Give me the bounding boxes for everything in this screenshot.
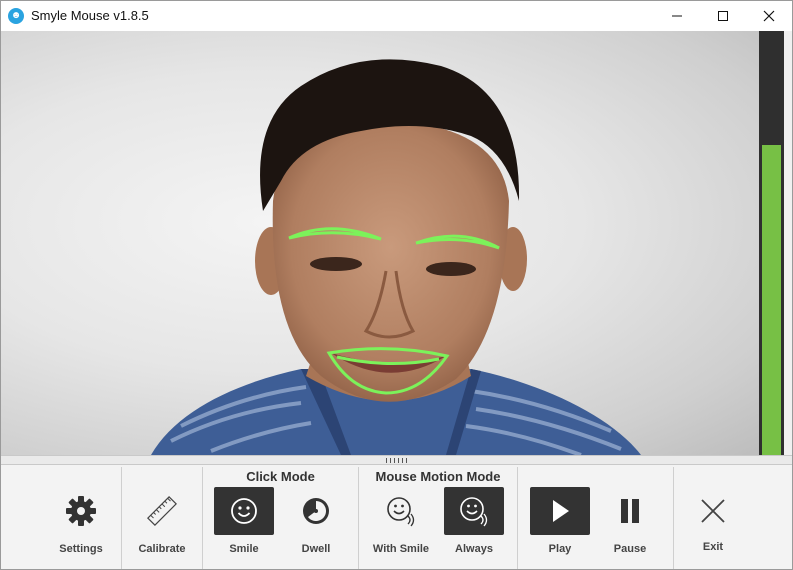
mouse-motion-mode-title: Mouse Motion Mode xyxy=(375,469,501,484)
face-shape xyxy=(272,121,509,402)
smiley-face-icon xyxy=(214,487,274,535)
pause-label: Pause xyxy=(613,543,647,555)
close-button[interactable] xyxy=(746,1,792,31)
smile-label: Smile xyxy=(229,543,259,555)
calibrate-label: Calibrate xyxy=(138,543,186,555)
with-smile-label: With Smile xyxy=(372,543,430,555)
smiley-motion-icon xyxy=(371,487,431,535)
app-logo-icon: ☻ xyxy=(8,8,24,24)
play-icon xyxy=(530,487,590,535)
panel-splitter[interactable] xyxy=(1,455,792,465)
click-mode-title: Click Mode xyxy=(246,469,315,484)
calibrate-button[interactable]: Calibrate xyxy=(131,487,193,567)
gear-icon xyxy=(51,487,111,535)
dwell-timer-icon xyxy=(286,487,346,535)
camera-feed xyxy=(1,31,759,455)
close-x-icon xyxy=(683,487,743,535)
ruler-icon xyxy=(132,487,192,535)
smile-level-fill xyxy=(762,145,781,455)
settings-button[interactable]: Settings xyxy=(50,487,112,567)
pause-icon xyxy=(600,487,660,535)
always-label: Always xyxy=(455,543,493,555)
play-button[interactable]: Play xyxy=(529,487,591,567)
click-mode-dwell-button[interactable]: Dwell xyxy=(285,487,347,567)
app-window: ☻ Smyle Mouse v1.8.5 Settings Calibrate … xyxy=(0,0,793,570)
settings-label: Settings xyxy=(59,543,103,555)
window-title: Smyle Mouse v1.8.5 xyxy=(31,8,149,23)
smile-level-meter xyxy=(759,31,784,455)
minimize-icon xyxy=(672,15,682,17)
maximize-icon xyxy=(718,11,728,21)
motion-mode-always-button[interactable]: Always xyxy=(443,487,505,567)
webcam-face-image xyxy=(151,59,641,455)
click-mode-smile-button[interactable]: Smile xyxy=(213,487,275,567)
exit-button[interactable]: Exit xyxy=(682,487,744,567)
control-toolbar: Settings Calibrate Click Mode Smile Dwel… xyxy=(1,465,792,569)
toolbar-divider xyxy=(673,467,674,569)
smiley-motion-icon xyxy=(444,487,504,535)
exit-label: Exit xyxy=(702,541,724,553)
minimize-button[interactable] xyxy=(654,1,700,31)
pause-button[interactable]: Pause xyxy=(599,487,661,567)
maximize-button[interactable] xyxy=(700,1,746,31)
motion-mode-with-smile-button[interactable]: With Smile xyxy=(370,487,432,567)
dwell-label: Dwell xyxy=(301,543,331,555)
close-icon xyxy=(763,10,775,22)
splitter-grip-icon[interactable] xyxy=(386,458,408,463)
left-eye xyxy=(310,257,362,271)
title-bar[interactable]: ☻ Smyle Mouse v1.8.5 xyxy=(1,1,792,31)
toolbar-divider xyxy=(517,467,518,569)
right-eye xyxy=(426,262,476,276)
meter-margin xyxy=(784,31,792,455)
